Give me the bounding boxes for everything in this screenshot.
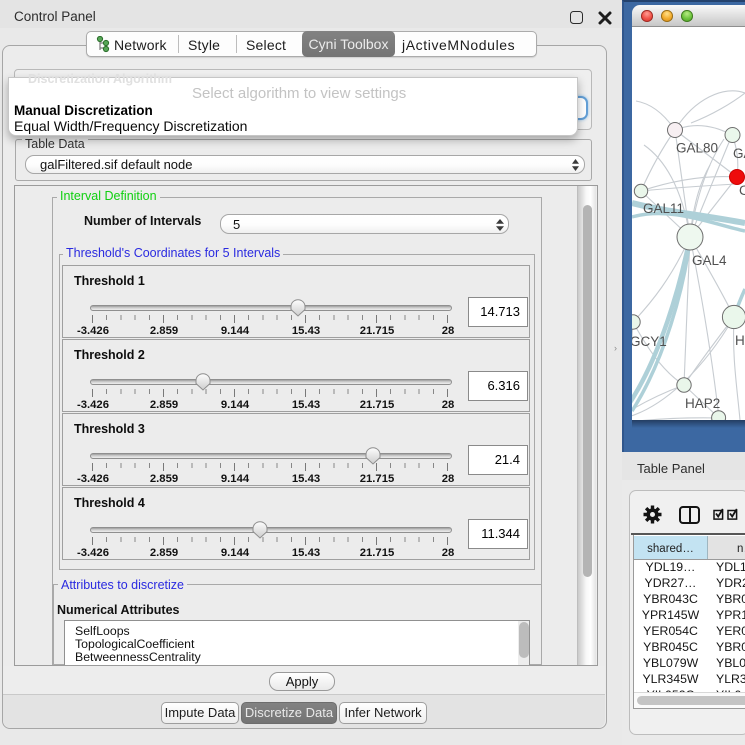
svg-text:C: C bbox=[739, 183, 745, 198]
svg-text:H: H bbox=[735, 333, 745, 348]
svg-text:GAL11: GAL11 bbox=[643, 201, 684, 216]
svg-text:GAL4: GAL4 bbox=[692, 253, 727, 268]
svg-text:HAP2: HAP2 bbox=[685, 396, 720, 411]
svg-text:GAL80: GAL80 bbox=[676, 141, 718, 156]
svg-text:GCY1: GCY1 bbox=[632, 334, 667, 349]
svg-text:GA: GA bbox=[733, 146, 745, 161]
